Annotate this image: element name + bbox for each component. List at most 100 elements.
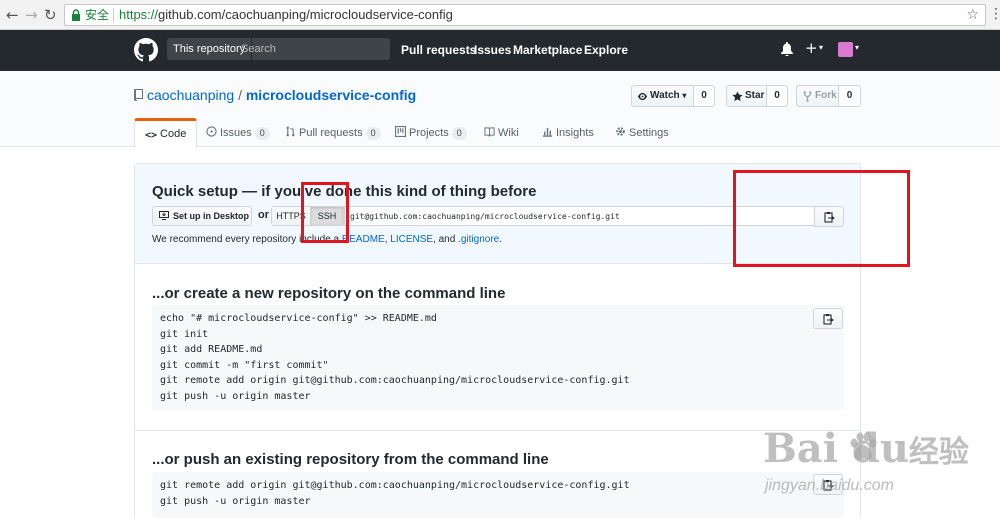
- setup-desktop-label: Set up in Desktop: [173, 211, 250, 221]
- chevron-down-icon: ▾: [682, 91, 687, 100]
- gitignore-link[interactable]: .gitignore: [458, 234, 499, 245]
- tab-issues[interactable]: Issues 0: [206, 118, 270, 148]
- fork-icon: [803, 91, 812, 102]
- star-label: Star: [745, 90, 765, 101]
- fork-button[interactable]: Fork: [796, 85, 839, 107]
- arrow-right-icon[interactable]: →: [25, 6, 38, 24]
- tab-pull-requests-label: Pull requests: [299, 127, 363, 139]
- recommend-period: .: [499, 234, 503, 245]
- url-scheme: https://: [119, 7, 159, 22]
- code-line: echo "# microcloudservice-config" >> REA…: [160, 313, 437, 324]
- nav-pull-requests[interactable]: Pull requests: [401, 43, 476, 57]
- annotation-box-ssh: [301, 182, 349, 243]
- tab-issues-label: Issues: [220, 127, 252, 139]
- url-text[interactable]: https://github.com/caochuanping/microclo…: [119, 5, 453, 25]
- push-existing-commands[interactable]: git remote add origin git@github.com:cao…: [152, 472, 844, 518]
- clippy-icon: [823, 314, 834, 325]
- tab-settings-label: Settings: [629, 127, 669, 139]
- url-path: github.com/caochuanping/microcloudservic…: [158, 7, 453, 22]
- code-line: git commit -m "first commit": [160, 359, 329, 371]
- fork-count[interactable]: 0: [839, 85, 861, 107]
- code-line: git remote add origin git@github.com:cao…: [160, 480, 630, 491]
- baidu-watermark: Bai du经验 jingyan.baidu.com: [763, 425, 1000, 517]
- lock-icon: [72, 9, 80, 21]
- new-repo-commands[interactable]: echo "# microcloudservice-config" >> REA…: [152, 305, 844, 410]
- git-pull-request-icon: [286, 126, 295, 137]
- plus-icon[interactable]: +: [805, 39, 818, 57]
- watch-count[interactable]: 0: [694, 85, 715, 107]
- copy-new-repo-button[interactable]: [813, 308, 843, 329]
- issue-opened-icon: [206, 126, 217, 137]
- tab-code[interactable]: <> Code: [134, 118, 198, 148]
- header-search: This repository: [167, 38, 390, 60]
- code-line: git push -u origin master: [160, 390, 311, 402]
- new-repo-title: ...or create a new repository on the com…: [152, 285, 506, 302]
- license-link[interactable]: LICENSE: [390, 234, 433, 245]
- eye-icon: [637, 92, 648, 101]
- watermark-brand-text: Bai du: [763, 425, 909, 472]
- setup-desktop-button[interactable]: Set up in Desktop: [152, 206, 252, 226]
- tab-settings[interactable]: Settings: [615, 118, 669, 148]
- github-logo-icon[interactable]: [134, 38, 158, 62]
- annotation-box-copy: [733, 170, 910, 267]
- tab-insights[interactable]: Insights: [542, 118, 594, 148]
- desktop-download-icon: [159, 211, 169, 220]
- tab-wiki-label: Wiki: [498, 127, 519, 139]
- github-header: This repository Pull requests Issues Mar…: [0, 30, 1000, 71]
- bell-icon[interactable]: [781, 42, 793, 56]
- repo-title: caochuanping / microcloudservice-config: [147, 87, 416, 103]
- watch-label: Watch: [650, 90, 680, 101]
- section-divider: [135, 430, 860, 431]
- watermark-site: jingyan.baidu.com: [765, 477, 894, 494]
- star-button[interactable]: Star: [726, 85, 767, 107]
- address-divider: [113, 8, 114, 22]
- arrow-left-icon[interactable]: ←: [6, 6, 19, 24]
- nav-explore[interactable]: Explore: [584, 43, 628, 57]
- tab-code-label: Code: [160, 128, 187, 140]
- menu-icon[interactable]: ⋮: [989, 6, 1000, 22]
- graph-icon: [542, 127, 553, 137]
- browser-toolbar: ← → ↻ 安全 https://github.com/caochuanping…: [0, 0, 1000, 30]
- star-count[interactable]: 0: [767, 85, 788, 107]
- code-icon: <>: [145, 130, 158, 141]
- avatar[interactable]: [838, 42, 853, 57]
- repo-header: caochuanping / microcloudservice-config …: [0, 71, 1000, 148]
- secure-label: 安全: [85, 8, 110, 22]
- tab-wiki[interactable]: Wiki: [484, 118, 519, 148]
- code-line: git init: [160, 328, 209, 340]
- gear-icon: [616, 127, 625, 136]
- project-icon: [395, 126, 406, 137]
- watermark-brand-cn: 经验: [908, 435, 969, 470]
- tab-insights-label: Insights: [556, 127, 594, 139]
- search-input[interactable]: [241, 38, 386, 60]
- repo-owner-link[interactable]: caochuanping: [147, 87, 234, 103]
- reload-icon[interactable]: ↻: [44, 6, 57, 24]
- pulls-count: 0: [365, 127, 381, 140]
- code-line: git add README.md: [160, 344, 263, 356]
- address-bar[interactable]: 安全 https://github.com/caochuanping/micro…: [64, 4, 986, 26]
- recommend-and: , and: [433, 234, 459, 245]
- search-scope[interactable]: This repository: [167, 38, 253, 60]
- issues-count: 0: [254, 127, 270, 140]
- push-existing-title: ...or push an existing repository from t…: [152, 451, 549, 468]
- fork-label: Fork: [815, 90, 837, 101]
- nav-marketplace[interactable]: Marketplace: [513, 43, 582, 57]
- repo-icon: [134, 89, 143, 101]
- code-line: git push -u origin master: [160, 495, 311, 507]
- tab-projects-label: Projects: [409, 127, 449, 139]
- repo-separator: /: [238, 87, 242, 103]
- nav-issues[interactable]: Issues: [474, 43, 511, 57]
- book-icon: [484, 127, 495, 137]
- chevron-down-icon[interactable]: ▾: [855, 43, 859, 52]
- code-line: git remote add origin git@github.com:cao…: [160, 375, 630, 387]
- projects-count: 0: [451, 127, 467, 140]
- star-icon: [732, 91, 743, 101]
- tab-projects[interactable]: Projects 0: [395, 118, 467, 148]
- repo-name-link[interactable]: microcloudservice-config: [246, 87, 416, 103]
- watch-button[interactable]: Watch ▾: [631, 85, 694, 107]
- or-label: or: [258, 209, 269, 221]
- star-outline-icon[interactable]: ☆: [966, 5, 979, 25]
- paw-icon: [850, 432, 877, 460]
- tab-pull-requests[interactable]: Pull requests 0: [285, 118, 381, 148]
- chevron-down-icon[interactable]: ▾: [819, 43, 823, 52]
